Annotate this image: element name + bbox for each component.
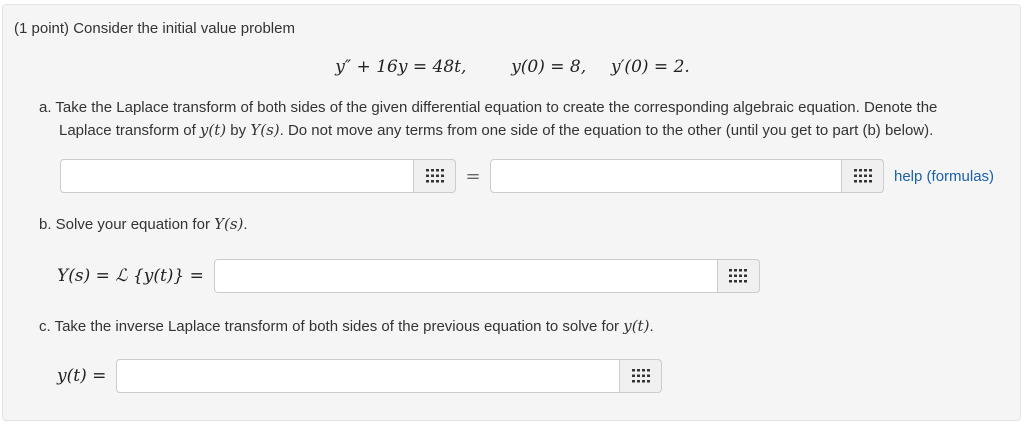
part-c-instructions: c. Take the inverse Laplace transform of…: [39, 317, 654, 335]
part-a-line1: a. Take the Laplace transform of both si…: [39, 99, 938, 116]
part-b-editor-button[interactable]: [717, 259, 760, 293]
part-a-left-input[interactable]: [60, 159, 414, 193]
part-a-right-input[interactable]: [490, 159, 842, 193]
equals-sign: =: [465, 165, 481, 187]
differential-equation: y″ + 16y = 48t,: [335, 57, 467, 77]
ivp-equation: y″ + 16y = 48t, y(0) = 8, y′(0) = 2.: [3, 57, 1022, 77]
part-c-answer-row: y(t) =: [57, 359, 663, 393]
grid-icon: [631, 369, 650, 383]
part-a-right-editor-button[interactable]: [842, 159, 884, 193]
math-Ys: Y(s): [214, 215, 244, 233]
problem-intro: (1 point) Consider the initial value pro…: [14, 20, 295, 37]
math-yt: y(t): [199, 121, 227, 139]
part-a-answer-row: = help (formulas): [60, 159, 994, 193]
part-a-left-editor-button[interactable]: [414, 159, 456, 193]
part-a-instructions: a. Take the Laplace transform of both si…: [39, 97, 999, 142]
part-b-lhs: Y(s) = ℒ {y(t)} =: [57, 266, 204, 286]
grid-icon: [853, 169, 872, 183]
help-formulas-link[interactable]: help (formulas): [894, 168, 994, 185]
part-a-line2: Laplace transform of y(t) by Y(s). Do no…: [59, 121, 934, 139]
grid-icon: [729, 269, 748, 283]
problem-card: (1 point) Consider the initial value pro…: [2, 4, 1021, 421]
math-yt: y(t): [623, 317, 650, 335]
math-Ys: Y(s): [250, 121, 280, 139]
part-b-input[interactable]: [213, 259, 718, 293]
initial-condition-1: y(0) = 8,: [511, 57, 587, 77]
part-c-lhs: y(t) =: [57, 366, 107, 386]
part-c-input[interactable]: [116, 359, 621, 393]
part-c-editor-button[interactable]: [620, 359, 663, 393]
grid-icon: [425, 169, 444, 183]
part-b-answer-row: Y(s) = ℒ {y(t)} =: [57, 259, 760, 293]
initial-condition-2: y′(0) = 2.: [610, 57, 690, 77]
part-b-instructions: b. Solve your equation for Y(s).: [39, 215, 248, 233]
